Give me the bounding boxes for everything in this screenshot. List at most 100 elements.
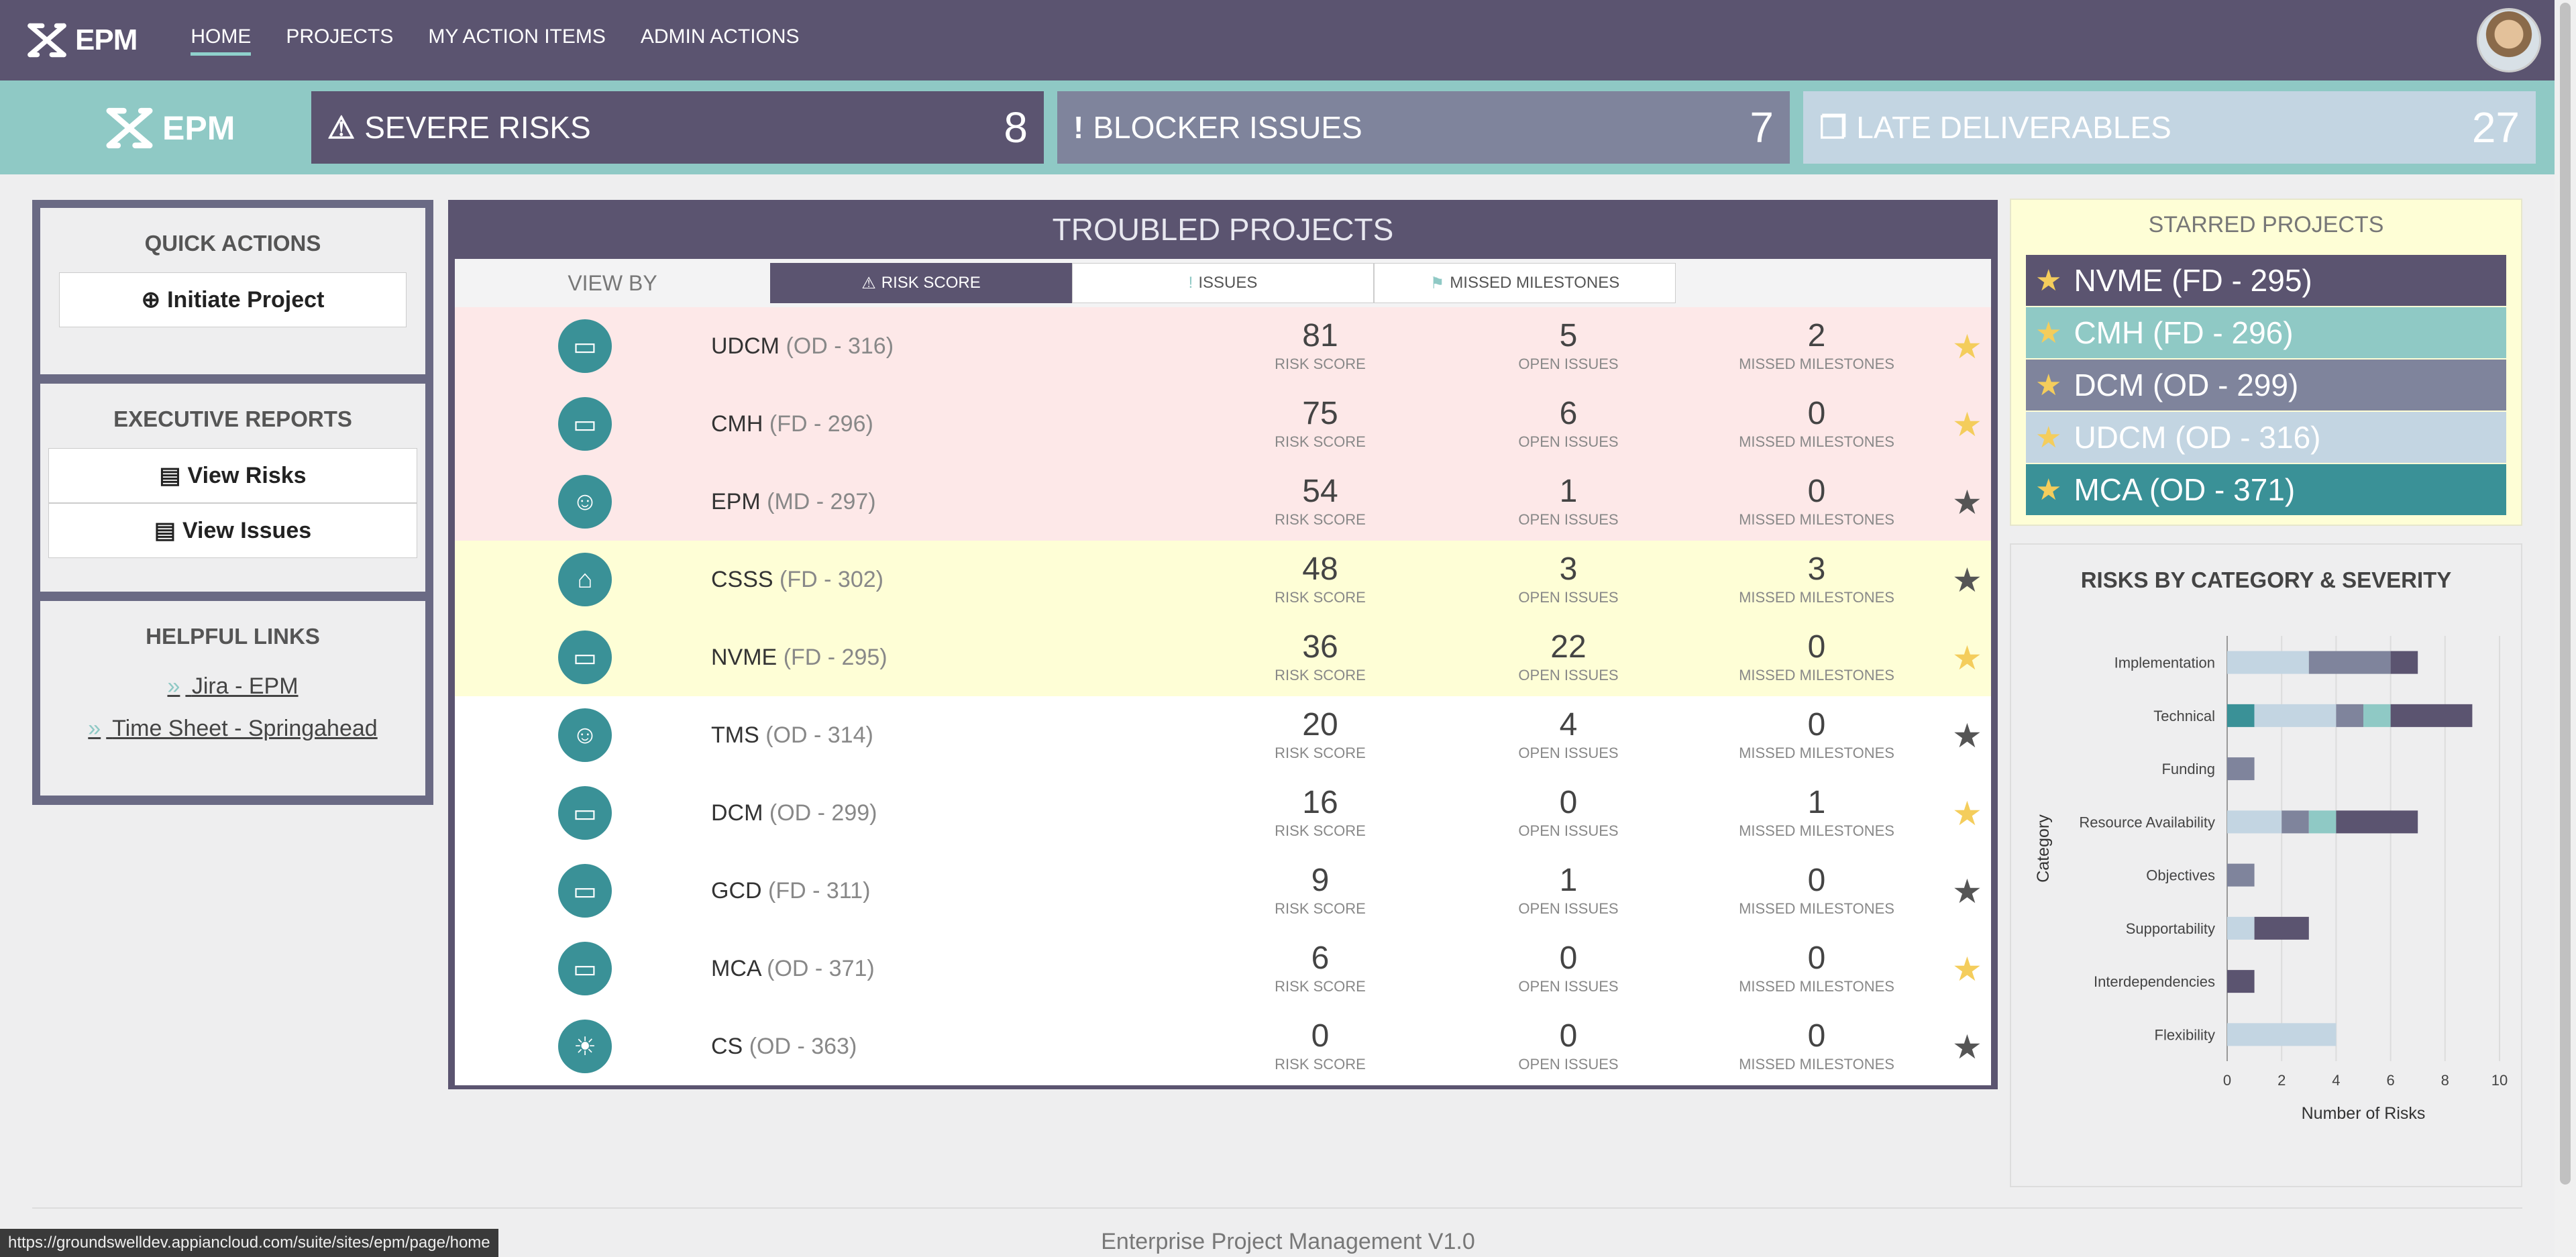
troubled-project-row[interactable]: ☀ CS (OD - 363) 0 RISK SCORE 0 OPEN ISSUES 0 MI… [455, 1007, 1991, 1085]
open-issues-metric: 4 OPEN ISSUES [1468, 707, 1669, 762]
troubled-project-row[interactable]: ▭ CMH (FD - 296) 75 RISK SCORE 6 OPEN ISSUES 0… [455, 385, 1991, 463]
star-icon[interactable]: ★ [1952, 330, 1982, 364]
project-name[interactable]: MCA (OD - 371) [711, 956, 875, 982]
open-issues-value: 22 [1550, 629, 1587, 665]
star-icon[interactable]: ★ [1952, 719, 1982, 753]
epm-logo[interactable]: EPM [23, 16, 138, 64]
tab-issues[interactable]: ! ISSUES [1072, 263, 1374, 303]
tab-risk-score[interactable]: ⚠ RISK SCORE [770, 263, 1072, 303]
missed-milestones-metric: 0 MISSED MILESTONES [1716, 629, 1917, 684]
project-code: (OD - 314) [765, 722, 873, 748]
view-risks-button[interactable]: ▤ View Risks [48, 448, 417, 503]
troubled-project-row[interactable]: ⌂ CSSS (FD - 302) 48 RISK SCORE 3 OPEN ISSUES… [455, 541, 1991, 618]
starred-project-item[interactable]: ★ CMH (FD - 296) [2026, 307, 2506, 358]
initiate-project-button[interactable]: ⊕ Initiate Project [59, 272, 407, 327]
troubled-project-row[interactable]: ▭ MCA (OD - 371) 6 RISK SCORE 0 OPEN ISSUES 0 M… [455, 930, 1991, 1007]
project-name[interactable]: CMH (FD - 296) [711, 411, 873, 437]
bank-icon: ⌂ [558, 553, 612, 606]
user-icon: ☺ [558, 475, 612, 529]
missed-milestones-value: 0 [1807, 1018, 1826, 1054]
tab-missed-milestones[interactable]: ⚑ MISSED MILESTONES [1374, 263, 1676, 303]
troubled-project-row[interactable]: ▭ DCM (OD - 299) 16 RISK SCORE 0 OPEN ISSUES 1… [455, 774, 1991, 852]
open-issues-value: 0 [1559, 1018, 1578, 1054]
link-jira-epm[interactable]: » Jira - EPM [40, 665, 425, 708]
open-issues-metric: 1 OPEN ISSUES [1468, 474, 1669, 529]
missed-milestones-metric: 2 MISSED MILESTONES [1716, 318, 1917, 373]
project-code: (OD - 371) [767, 955, 875, 981]
kpi-late-deliverables[interactable]: ❐ LATE DELIVERABLES 27 [1803, 91, 2536, 164]
project-code: (FD - 311) [768, 877, 871, 904]
bar-segment [2390, 704, 2473, 727]
project-name[interactable]: NVME (FD - 295) [711, 645, 888, 671]
troubled-project-row[interactable]: ☺ TMS (OD - 314) 20 RISK SCORE 4 OPEN ISSUES 0… [455, 696, 1991, 774]
project-code: (FD - 302) [780, 566, 883, 592]
category-label: Supportability [2126, 920, 2215, 937]
star-icon[interactable]: ★ [1952, 952, 1982, 986]
troubled-project-row[interactable]: ▭ GCD (FD - 311) 9 RISK SCORE 1 OPEN ISSUES 0 M… [455, 852, 1991, 930]
kpi-severe-risks[interactable]: ⚠ SEVERE RISKS 8 [311, 91, 1044, 164]
star-icon[interactable]: ★ [1952, 486, 1982, 519]
project-name[interactable]: CSSS (FD - 302) [711, 567, 883, 593]
category-label: Flexibility [2155, 1026, 2215, 1043]
logo-large-text: EPM [162, 109, 235, 147]
kpi-value: 8 [1004, 103, 1028, 152]
missed-milestones-label: MISSED MILESTONES [1739, 745, 1894, 761]
star-icon[interactable]: ★ [1952, 875, 1982, 908]
project-name[interactable]: GCD (FD - 311) [711, 878, 870, 904]
project-title: CMH [711, 411, 763, 437]
project-name[interactable]: EPM (MD - 297) [711, 489, 876, 515]
project-name[interactable]: TMS (OD - 314) [711, 722, 873, 749]
starred-project-item[interactable]: ★ NVME (FD - 295) [2026, 255, 2506, 306]
risk-score-label: RISK SCORE [1275, 589, 1366, 606]
link-time-sheet[interactable]: » Time Sheet - Springahead [40, 708, 425, 750]
bar-segment [2336, 704, 2363, 727]
user-avatar[interactable] [2477, 8, 2541, 72]
category-label: Interdependencies [2094, 973, 2215, 990]
project-name[interactable]: UDCM (OD - 316) [711, 333, 894, 360]
project-name[interactable]: DCM (OD - 299) [711, 800, 877, 826]
executive-reports-title: EXECUTIVE REPORTS [113, 406, 352, 431]
star-icon[interactable]: ★ [1952, 1030, 1982, 1064]
project-title: MCA [711, 955, 761, 981]
starred-project-item[interactable]: ★ UDCM (OD - 316) [2026, 412, 2506, 463]
troubled-projects-title: TROUBLED PROJECTS [1052, 212, 1394, 247]
open-issues-value: 5 [1559, 318, 1578, 353]
nav-my-action-items[interactable]: MY ACTION ITEMS [428, 25, 605, 56]
star-icon[interactable]: ★ [1952, 563, 1982, 597]
view-issues-button[interactable]: ▤ View Issues [48, 503, 417, 558]
kpi-blocker-issues[interactable]: ! BLOCKER ISSUES 7 [1057, 91, 1790, 164]
star-icon[interactable]: ★ [1952, 641, 1982, 675]
missed-milestones-label: MISSED MILESTONES [1739, 900, 1894, 917]
troubled-project-row[interactable]: ▭ NVME (FD - 295) 36 RISK SCORE 22 OPEN ISSUE… [455, 618, 1991, 696]
starred-project-item[interactable]: ★ MCA (OD - 371) [2026, 464, 2506, 515]
star-icon[interactable]: ★ [1952, 408, 1982, 441]
page-scrollbar[interactable] [2555, 0, 2576, 1257]
view-risks-label: View Risks [187, 462, 307, 488]
nav-projects[interactable]: PROJECTS [286, 25, 393, 56]
risk-score-metric: 48 RISK SCORE [1220, 551, 1421, 606]
star-icon[interactable]: ★ [1952, 797, 1982, 830]
plus-circle-icon: ⊕ [141, 287, 161, 313]
project-code: (MD - 297) [767, 488, 876, 514]
nav-admin-actions[interactable]: ADMIN ACTIONS [641, 25, 800, 56]
scrollbar-thumb[interactable] [2560, 3, 2571, 1185]
risk-score-label: RISK SCORE [1275, 1056, 1366, 1073]
category-label: Resource Availability [2079, 814, 2215, 830]
risk-score-metric: 0 RISK SCORE [1220, 1018, 1421, 1073]
troubled-project-row[interactable]: ☺ EPM (MD - 297) 54 RISK SCORE 1 OPEN ISSUES 0… [455, 463, 1991, 541]
star-icon: ★ [2035, 264, 2062, 297]
laptop-icon: ▭ [558, 319, 612, 373]
risk-score-metric: 75 RISK SCORE [1220, 396, 1421, 451]
nav-home[interactable]: HOME [191, 25, 252, 56]
missed-milestones-metric: 0 MISSED MILESTONES [1716, 396, 1917, 451]
project-name[interactable]: CS (OD - 363) [711, 1034, 857, 1060]
bar-segment [2227, 970, 2255, 993]
star-icon: ★ [2035, 316, 2062, 349]
starred-project-item[interactable]: ★ DCM (OD - 299) [2026, 360, 2506, 411]
troubled-project-row[interactable]: ▭ UDCM (OD - 316) 81 RISK SCORE 5 OPEN ISSUES… [455, 307, 1991, 385]
bar-segment [2227, 1023, 2337, 1046]
exclamation-icon: ! [1073, 110, 1084, 145]
missed-milestones-value: 2 [1807, 318, 1826, 353]
project-title: CS [711, 1033, 743, 1059]
category-label: Funding [2161, 761, 2215, 777]
